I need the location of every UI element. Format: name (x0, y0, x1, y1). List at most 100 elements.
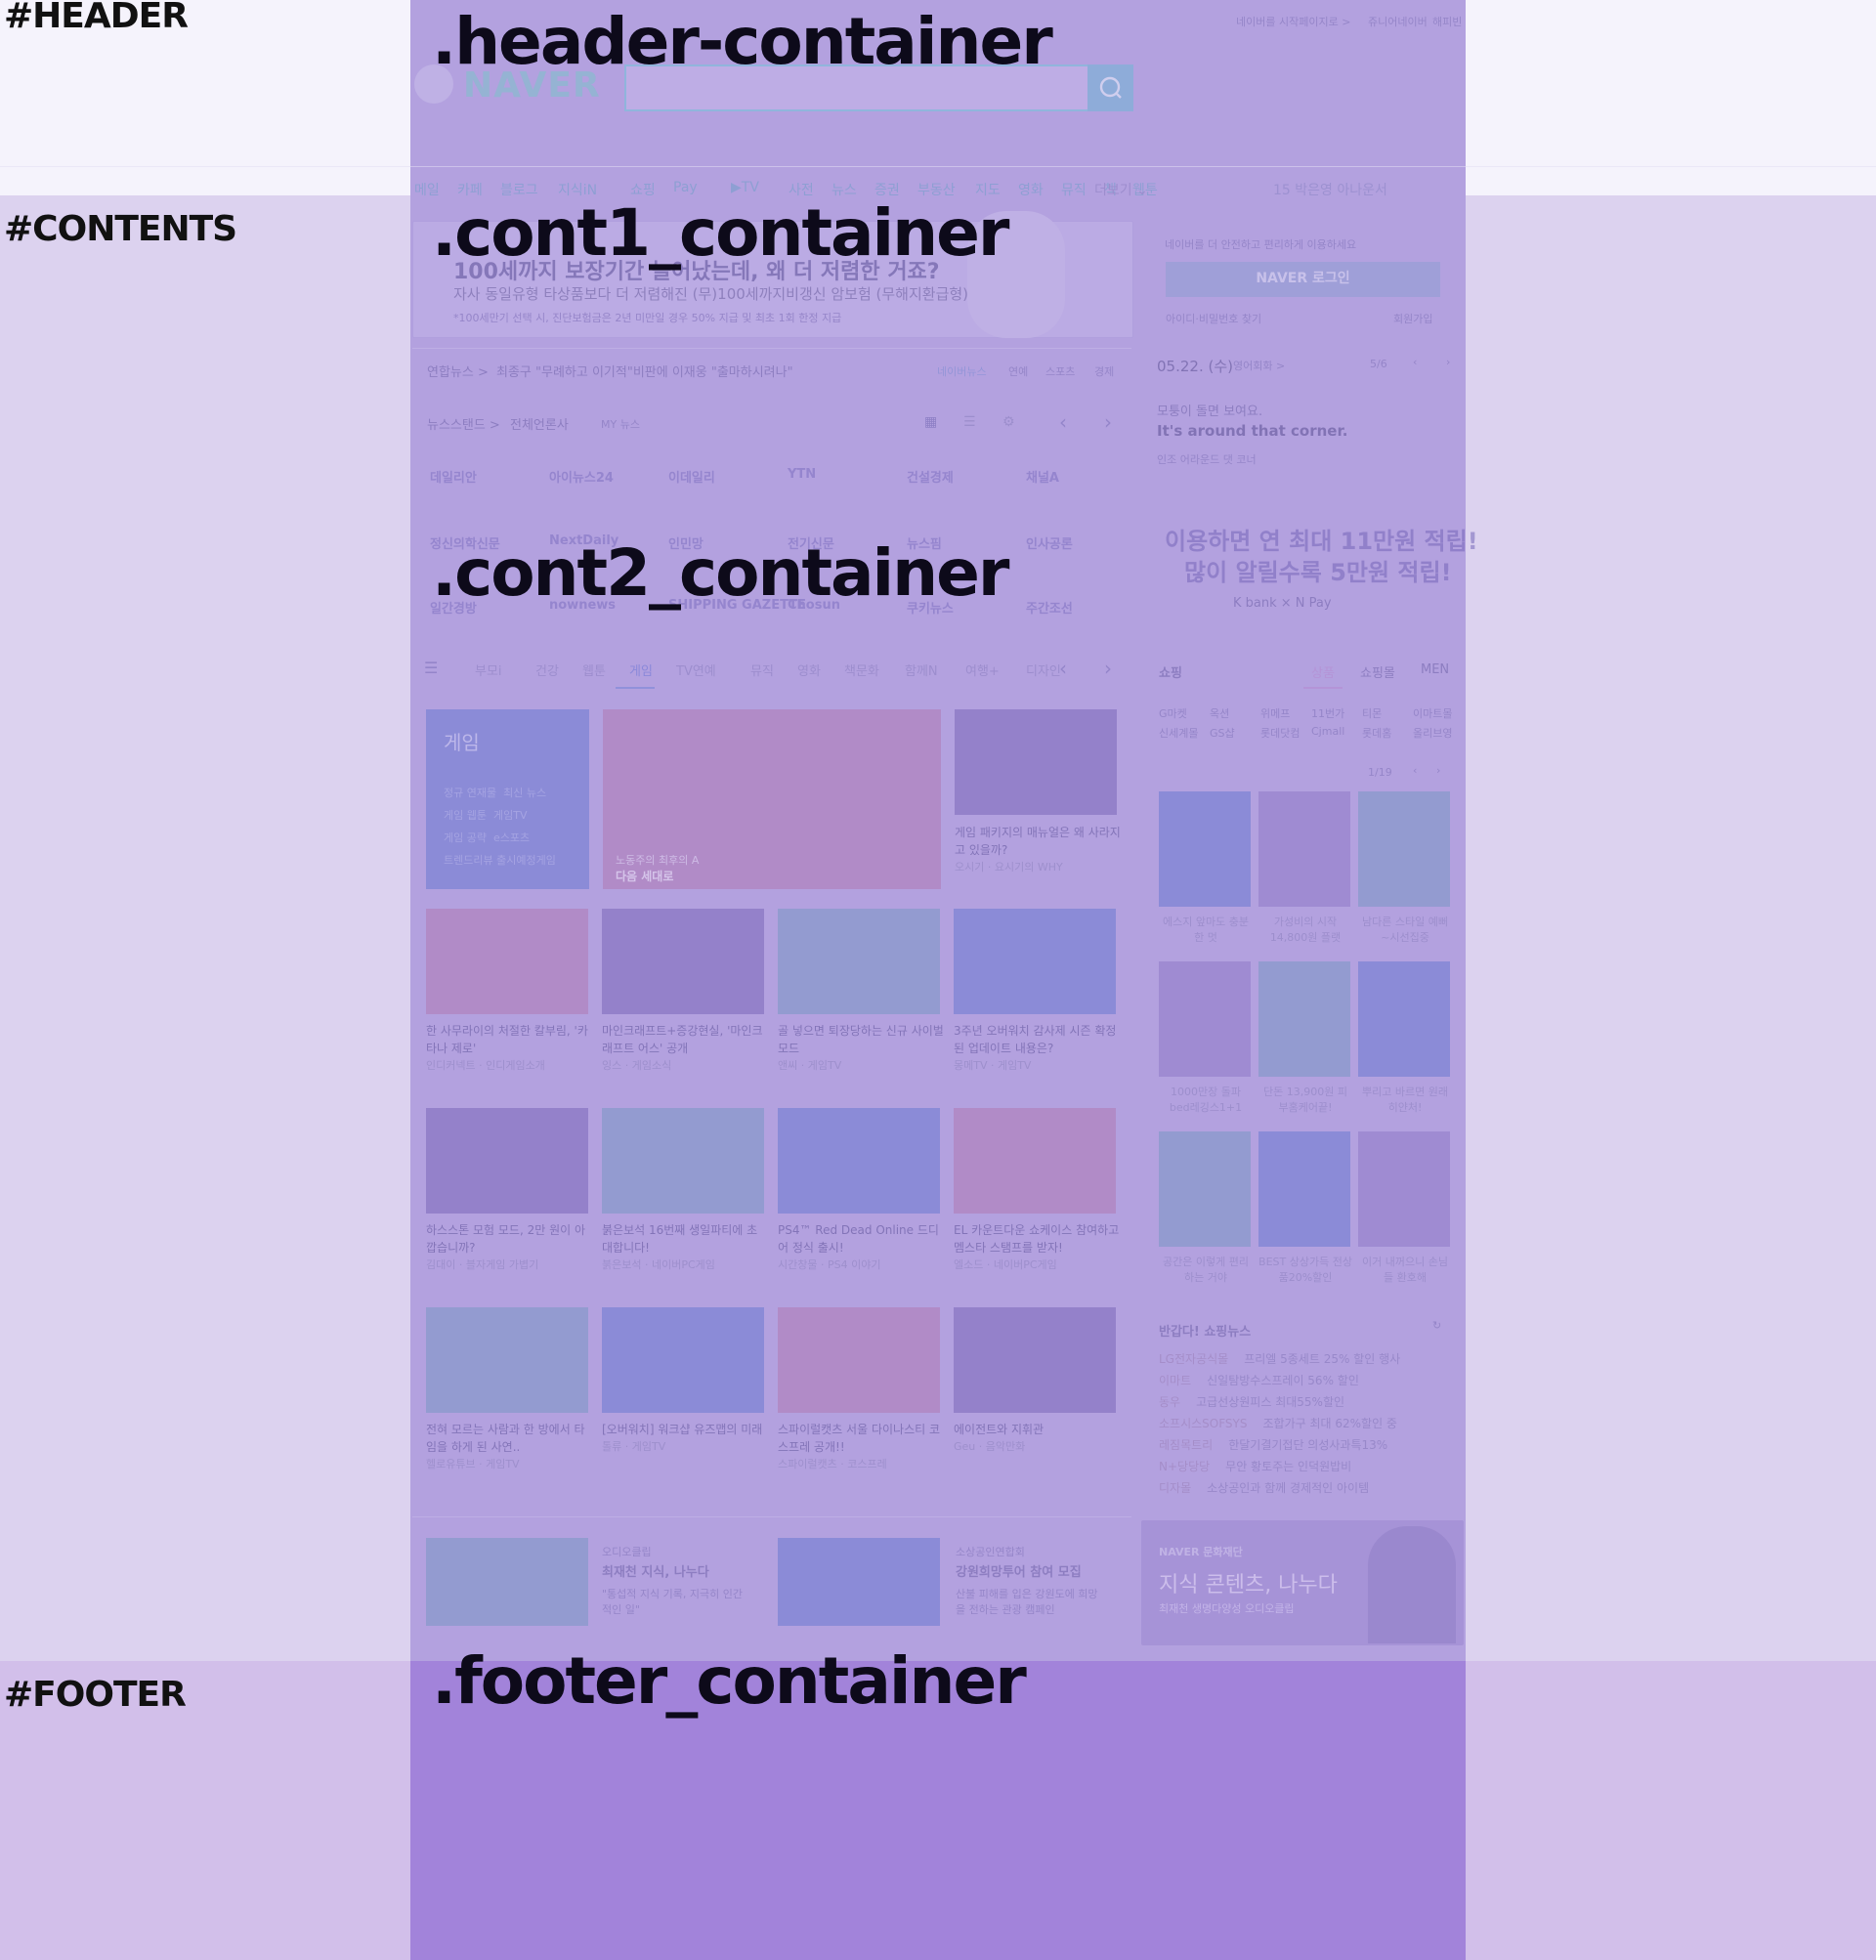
more-button[interactable]: 더보기 ⌄ (1094, 180, 1148, 199)
mall-link[interactable]: Cjmall (1311, 725, 1344, 738)
refresh-icon[interactable]: ↻ (1432, 1319, 1441, 1332)
chevron-right-icon[interactable]: › (1446, 356, 1450, 368)
shopping-news-item[interactable]: N+당당당 무안 황토주는 인덕원밥비 (1159, 1458, 1351, 1474)
card-thumbnail[interactable] (426, 1307, 588, 1413)
shopping-news-item[interactable]: LG전자공식몰 프리엘 5종세트 25% 할인 행사 (1159, 1350, 1400, 1367)
promo-image-audio[interactable] (426, 1538, 588, 1626)
card-caption[interactable]: 골 넣으면 퇴장당하는 신규 사이벌 모드 앤씨 · 게임TV (778, 1022, 944, 1075)
set-homepage-link[interactable]: 네이버를 시작페이지로 > (1236, 14, 1350, 29)
happybean-link[interactable]: 해피빈 (1432, 14, 1462, 29)
find-account-link[interactable]: 아이디·비밀번호 찾기 (1166, 311, 1261, 326)
list-view-icon[interactable]: ☰ (963, 414, 976, 430)
shopping-tab-malls[interactable]: 쇼핑몰 (1360, 662, 1395, 681)
card-caption[interactable]: PS4™ Red Dead Online 드디어 정식 출시! 시간창물 · PS… (778, 1221, 944, 1274)
news-tab-naver[interactable]: 네이버뉴스 (937, 363, 987, 379)
game-link[interactable]: 게임 공략 (444, 831, 487, 844)
press-logo[interactable]: 주간조선 (1026, 598, 1073, 617)
card-caption[interactable]: 스파이럴캣츠 서울 다이나스티 코스프레 공개!! 스파이럴캣츠 · 코스프레 (778, 1421, 944, 1473)
promo-title[interactable]: 최재천 지식, 나누다 (602, 1561, 709, 1580)
search-button[interactable] (1087, 64, 1133, 111)
shopping-tab-men[interactable]: MEN (1421, 662, 1449, 677)
category-tab[interactable]: 건강 (535, 660, 559, 679)
category-tab[interactable]: 여행+ (965, 660, 1000, 679)
game-link[interactable]: 트렌드리뷰 (444, 854, 493, 867)
card-thumbnail[interactable] (426, 909, 588, 1014)
card-thumbnail[interactable] (778, 1307, 940, 1413)
settings-icon[interactable]: ⚙ (1002, 414, 1015, 430)
promo-image-tour[interactable] (778, 1538, 940, 1626)
card-caption[interactable]: EL 카운트다운 쇼케이스 참여하고 멤스타 스탬프를 받자! 엘소드 · 네이버… (954, 1221, 1120, 1274)
game-link[interactable]: e스포츠 (493, 831, 530, 844)
press-logo[interactable]: YTN (788, 467, 816, 482)
card-caption[interactable]: 3주년 오버워치 감사제 시즌 확정된 업데이트 내용은? 몽메TV · 게임TV (954, 1022, 1120, 1075)
product-image[interactable] (1159, 961, 1251, 1077)
card-thumbnail[interactable] (778, 1108, 940, 1214)
game-link[interactable]: 최신 뉴스 (503, 787, 546, 799)
mall-link[interactable]: 롯데닷컴 (1260, 725, 1300, 741)
category-tab[interactable]: 뮤직 (750, 660, 774, 679)
game-link[interactable]: 출시예정게임 (496, 854, 556, 867)
game-link[interactable]: 정규 연재물 (444, 787, 496, 799)
mall-link[interactable]: 신세계몰 (1159, 725, 1198, 741)
newsstand-title[interactable]: 뉴스스탠드 > (427, 414, 500, 433)
nav-item[interactable]: 영화 (1018, 180, 1044, 199)
side-feature-image[interactable] (955, 709, 1117, 815)
newsstand-prev-icon[interactable]: ‹ (1059, 410, 1067, 434)
date-widget-sub[interactable]: 영어회화 > (1233, 358, 1285, 373)
product-caption[interactable]: 에스지 앞마도 충분한 멋 (1159, 915, 1253, 946)
product-image[interactable] (1258, 1131, 1350, 1247)
press-logo[interactable]: 건설경제 (907, 467, 954, 486)
side-feature-caption[interactable]: 게임 패키지의 매뉴얼은 왜 사라지고 있을까? 오시기 · 요시기의 WHY (955, 824, 1121, 876)
product-image[interactable] (1358, 1131, 1450, 1247)
press-logo[interactable]: 아이뉴스24 (549, 467, 614, 486)
nav-item[interactable]: ▶TV (731, 180, 759, 195)
shopping-news-item[interactable]: 디자몰 소상공인과 함께 경제적인 아이템 (1159, 1479, 1369, 1496)
news-tab-sports[interactable]: 스포츠 (1045, 363, 1075, 379)
card-caption[interactable]: 전혀 모르는 사람과 한 방에서 타임을 하게 된 사연.. 헬로유튜브 · 게임… (426, 1421, 592, 1473)
junior-naver-link[interactable]: 쥬니어네이버 (1368, 14, 1428, 29)
mall-link[interactable]: 이마트몰 (1413, 705, 1452, 721)
realtime-ticker[interactable]: 15 박은영 아나운서 (1273, 180, 1387, 199)
shopping-news-item[interactable]: 레짐목트리 한달기결기접단 의성사과특13% (1159, 1436, 1387, 1453)
card-thumbnail[interactable] (602, 1307, 764, 1413)
card-thumbnail[interactable] (954, 1307, 1116, 1413)
game-link[interactable]: 게임TV (493, 809, 527, 822)
newsstand-next-icon[interactable]: › (1104, 410, 1112, 434)
press-logo[interactable]: 인사공론 (1026, 533, 1073, 552)
card-thumbnail[interactable] (602, 1108, 764, 1214)
news-tab-entertainment[interactable]: 연예 (1008, 363, 1028, 379)
product-image[interactable] (1159, 1131, 1251, 1247)
press-logo[interactable]: 채널A (1026, 467, 1059, 486)
shopping-news-item[interactable]: 이마트 신일탐방수스프레이 56% 할인 (1159, 1372, 1359, 1388)
product-caption[interactable]: 단돈 13,900원 피부홈케어끝! (1258, 1085, 1352, 1116)
mall-link[interactable]: 11번가 (1311, 705, 1344, 721)
press-logo[interactable]: 이데일리 (668, 467, 715, 486)
category-tab[interactable]: 게임 (629, 660, 653, 679)
product-image[interactable] (1358, 961, 1450, 1077)
game-link[interactable]: 게임 웹툰 (444, 809, 487, 822)
card-thumbnail[interactable] (778, 909, 940, 1014)
product-image[interactable] (1258, 961, 1350, 1077)
chevron-left-icon[interactable]: ‹ (1413, 356, 1417, 368)
category-tab[interactable]: 디자인 (1026, 660, 1061, 679)
mall-link[interactable]: G마켓 (1159, 705, 1187, 721)
mall-link[interactable]: 티몬 (1362, 705, 1382, 721)
product-caption[interactable]: 뿌리고 바르면 원래 히얀처! (1358, 1085, 1452, 1116)
grid-view-icon[interactable]: ▦ (924, 414, 937, 430)
signup-link[interactable]: 회원가입 (1393, 311, 1432, 326)
shopping-news-item[interactable]: 동우 고급선상원피스 최대55%할인 (1159, 1393, 1344, 1410)
card-caption[interactable]: 붉은보석 16번째 생일파티에 초대합니다! 붉은보석 · 네이버PC게임 (602, 1221, 768, 1274)
card-caption[interactable]: [오버워치] 워크샵 유즈맵의 미래 톨류 · 게임TV (602, 1421, 768, 1456)
category-tab[interactable]: 함께N (905, 660, 938, 679)
news-source[interactable]: 연합뉴스 > (427, 362, 489, 380)
promo-title[interactable]: 강원희망투어 참여 모집 (956, 1561, 1082, 1580)
product-caption[interactable]: 1000만장 돌파 bed레깅스1+1 (1159, 1085, 1253, 1116)
login-button[interactable]: NAVER 로그인 (1166, 262, 1440, 297)
nav-item[interactable]: Pay (673, 180, 698, 195)
category-tab[interactable]: 웹툰 (582, 660, 606, 679)
product-caption[interactable]: 이거 내꺼으니 손님들 환호해 (1358, 1255, 1452, 1286)
chevron-right-icon[interactable]: › (1436, 764, 1440, 777)
shopping-news-item[interactable]: 소프시스SOFSYS 조합가구 최대 62%할인 중 (1159, 1415, 1397, 1431)
chevron-left-icon[interactable]: ‹ (1413, 764, 1417, 777)
mall-link[interactable]: GS샵 (1210, 725, 1235, 741)
